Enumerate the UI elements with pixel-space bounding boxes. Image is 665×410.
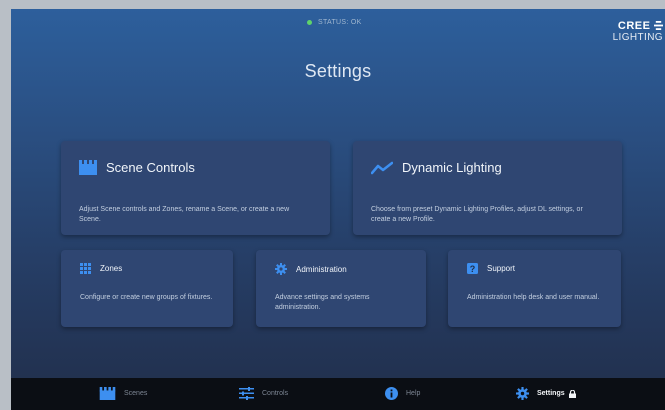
administration-description: Advance settings and systems administrat…	[275, 294, 370, 311]
nav-label-help: Help	[406, 390, 421, 397]
administration-title: Administration	[296, 264, 347, 274]
support-description: Administration help desk and user manual…	[467, 294, 600, 301]
question-icon: ?	[467, 263, 478, 274]
logo-mark-icon	[654, 21, 663, 30]
dynamic-lighting-description: Choose from preset Dynamic Lighting Prof…	[371, 206, 583, 223]
lock-icon	[568, 389, 576, 398]
scene-controls-title: Scene Controls	[106, 160, 195, 175]
nav-label-controls: Controls	[262, 390, 289, 397]
nav-item-settings[interactable]: Settings	[516, 387, 576, 400]
administration-card[interactable]: Administration Advance settings and syst…	[256, 250, 426, 327]
svg-text:?: ?	[470, 264, 476, 274]
sliders-icon	[239, 387, 254, 400]
zones-card[interactable]: Zones Configure or create new groups of …	[61, 250, 233, 327]
scene-controls-description: Adjust Scene controls and Zones, rename …	[79, 206, 290, 223]
status-text: STATUS: OK	[318, 18, 362, 26]
scene-controls-card[interactable]: Scene Controls Adjust Scene controls and…	[61, 141, 330, 235]
status-indicator: STATUS: OK	[307, 16, 362, 28]
grid-icon	[80, 263, 91, 274]
app-screen: STATUS: OK CREE LIGHTING Settings Scene …	[11, 9, 665, 410]
zones-title: Zones	[100, 264, 123, 273]
dynamic-lighting-title: Dynamic Lighting	[402, 160, 502, 175]
page-title: Settings	[304, 61, 372, 81]
zones-description: Configure or create new groups of fixtur…	[80, 294, 213, 301]
nav-item-help[interactable]: Help	[385, 387, 420, 400]
gear-icon	[516, 387, 529, 400]
scene-icon	[79, 160, 97, 175]
info-icon	[385, 387, 398, 400]
status-dot-icon	[307, 19, 312, 25]
nav-label-settings: Settings	[537, 390, 565, 397]
brand-logo: CREE LIGHTING	[613, 21, 663, 43]
nav-item-controls[interactable]: Controls	[239, 387, 288, 400]
support-title: Support	[487, 264, 516, 273]
scene-icon	[99, 387, 116, 400]
gear-icon	[275, 263, 287, 275]
logo-subtext: LIGHTING	[612, 32, 663, 43]
logo-wordmark: CREE	[617, 20, 651, 32]
dynamic-lighting-card[interactable]: Dynamic Lighting Choose from preset Dyna…	[353, 141, 622, 235]
support-card[interactable]: ? Support Administration help desk and u…	[448, 250, 621, 327]
bottom-nav: Scenes Controls Help Settings	[11, 378, 665, 410]
trend-line-icon	[371, 161, 393, 174]
nav-label-scenes: Scenes	[124, 390, 148, 397]
nav-item-scenes[interactable]: Scenes	[99, 387, 147, 400]
